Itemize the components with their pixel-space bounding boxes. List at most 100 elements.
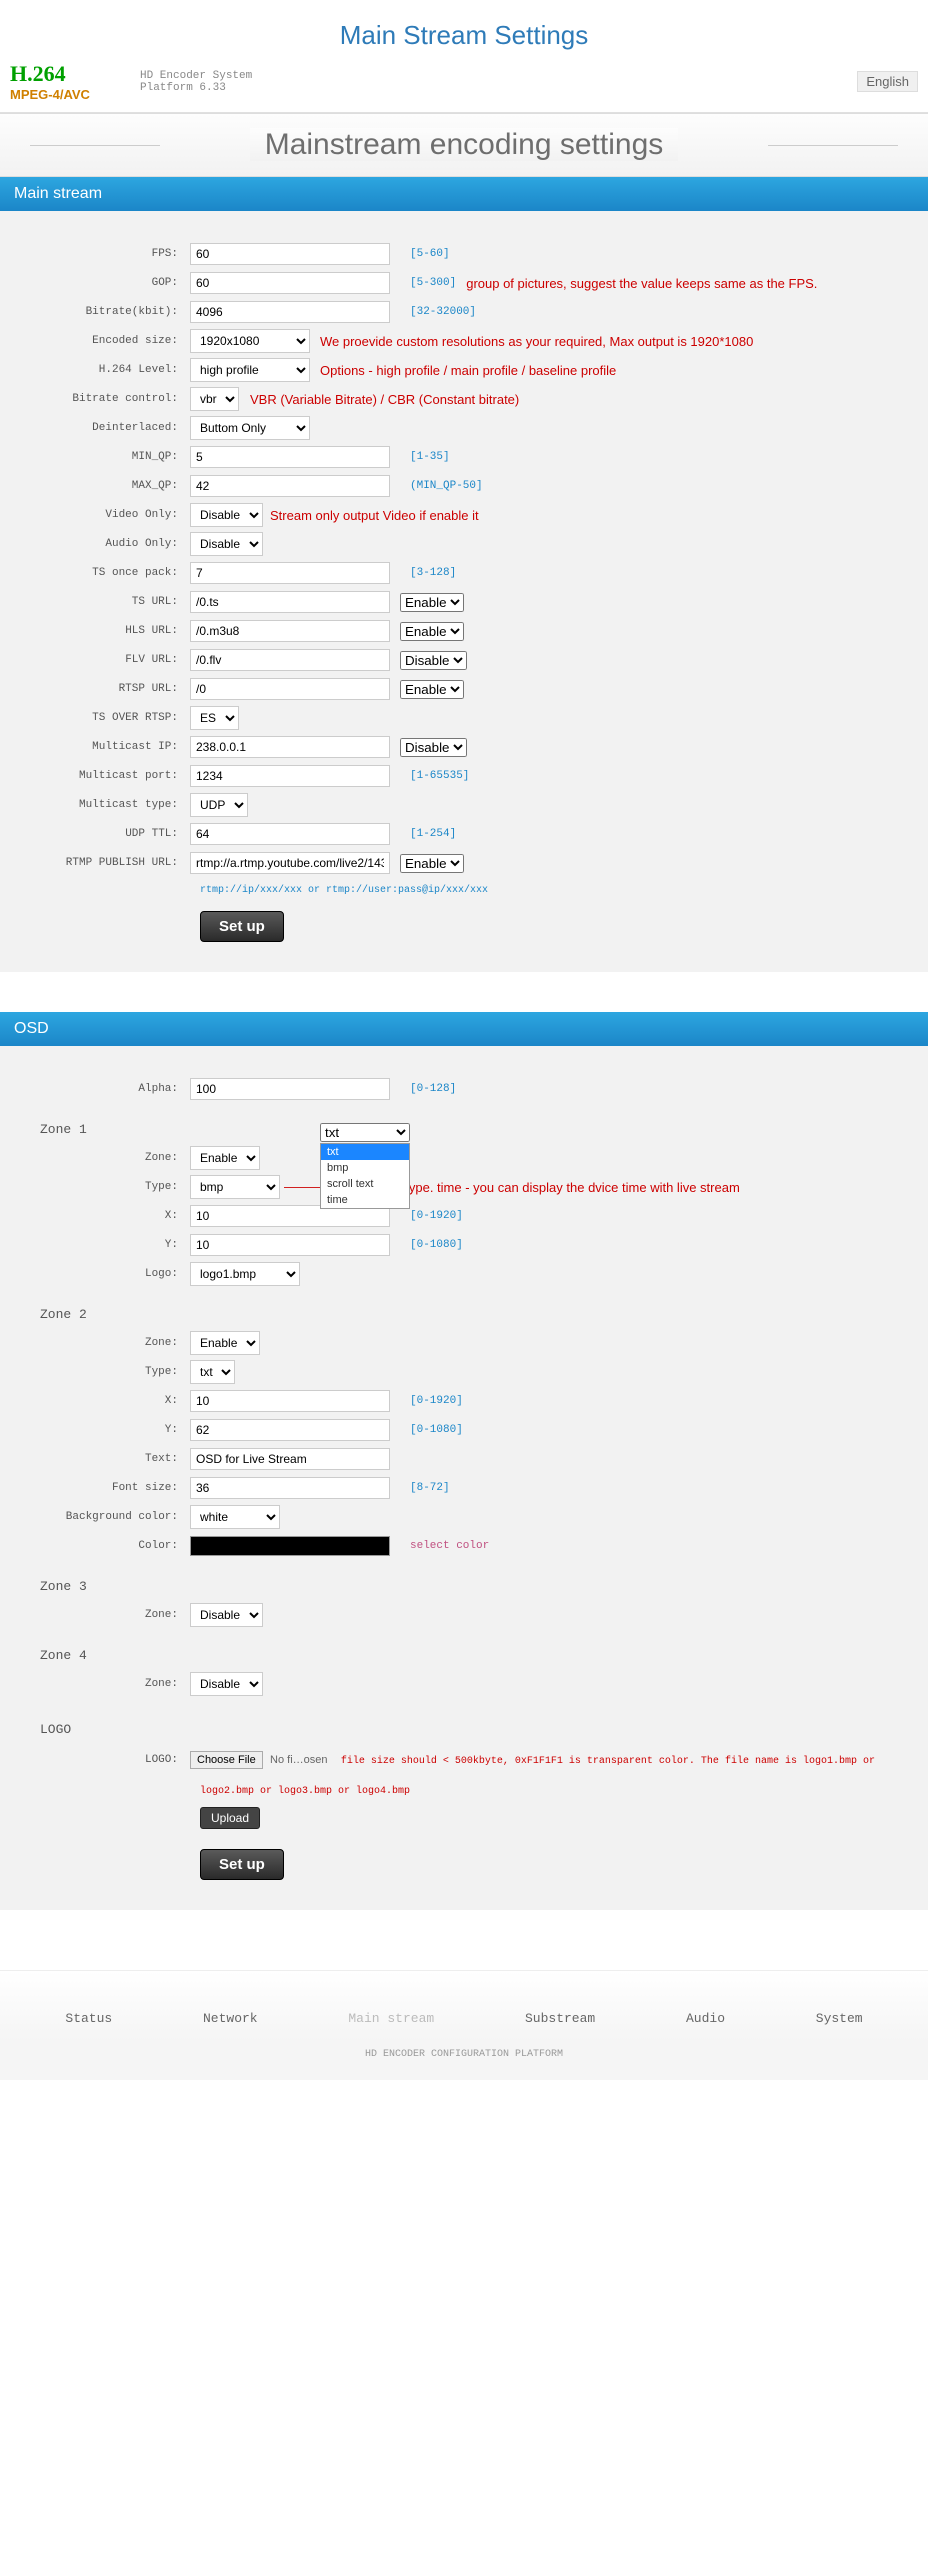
rtsp-url-enable[interactable]: Enable [400, 680, 464, 699]
multicast-ip-input[interactable] [190, 736, 390, 758]
zone3-zone-label: Zone: [20, 1609, 190, 1621]
h264-level-select[interactable]: high profile [190, 358, 310, 382]
udp-ttl-input[interactable] [190, 823, 390, 845]
zone2-zone-select[interactable]: Enable [190, 1331, 260, 1355]
nav-system[interactable]: System [816, 2011, 863, 2026]
minqp-input[interactable] [190, 446, 390, 468]
bitrate-control-select[interactable]: vbr [190, 387, 239, 411]
multicast-ip-enable[interactable]: Disable [400, 738, 467, 757]
fps-input[interactable] [190, 243, 390, 265]
zone2-font-input[interactable] [190, 1477, 390, 1499]
udp-ttl-label: UDP TTL: [20, 828, 190, 840]
rtmp-url-label: RTMP PUBLISH URL: [20, 857, 190, 869]
multicast-type-label: Multicast type: [20, 799, 190, 811]
zone2-x-hint: [0-1920] [410, 1395, 463, 1407]
language-select[interactable]: English [857, 71, 918, 92]
zone1-title: Zone 1 [40, 1122, 908, 1137]
dd-option-txt[interactable]: txt [321, 1144, 409, 1160]
zone2-font-hint: [8-72] [410, 1482, 450, 1494]
nav-network[interactable]: Network [203, 2011, 258, 2026]
audio-only-select[interactable]: Disable [190, 532, 263, 556]
bitrate-control-label: Bitrate control: [20, 393, 190, 405]
ts-over-rtsp-label: TS OVER RTSP: [20, 712, 190, 724]
dd-option-time[interactable]: time [321, 1192, 409, 1208]
minqp-label: MIN_QP: [20, 451, 190, 463]
maxqp-input[interactable] [190, 475, 390, 497]
nav-audio[interactable]: Audio [686, 2011, 725, 2026]
rtsp-url-input[interactable] [190, 678, 390, 700]
nav-mainstream[interactable]: Main stream [348, 2011, 434, 2026]
zone2-bg-select[interactable]: white [190, 1505, 280, 1529]
nav-substream[interactable]: Substream [525, 2011, 595, 2026]
zone2-bg-label: Background color: [20, 1511, 190, 1523]
zone2-type-select[interactable]: txt [190, 1360, 235, 1384]
zone1-zone-label: Zone: [20, 1152, 190, 1164]
deinterlaced-select[interactable]: Buttom Only [190, 416, 310, 440]
rtmp-url-input[interactable] [190, 852, 390, 874]
header-bar: H.264 MPEG-4/AVC HD Encoder System Platf… [0, 61, 928, 113]
file-chosen-label: No fi…osen [270, 1754, 327, 1766]
dd-option-scroll[interactable]: scroll text [321, 1176, 409, 1192]
audio-only-label: Audio Only: [20, 538, 190, 550]
ts-once-hint: [3-128] [410, 567, 456, 579]
udp-ttl-hint: [1-254] [410, 828, 456, 840]
nav-status[interactable]: Status [65, 2011, 112, 2026]
zone2-title: Zone 2 [40, 1307, 908, 1322]
rtmp-url-enable[interactable]: Enable [400, 854, 464, 873]
multicast-ip-label: Multicast IP: [20, 741, 190, 753]
choose-file-button[interactable]: Choose File [190, 1751, 263, 1769]
multicast-port-hint: [1-65535] [410, 770, 469, 782]
bitrate-input[interactable] [190, 301, 390, 323]
zone2-y-input[interactable] [190, 1419, 390, 1441]
h264-level-label: H.264 Level: [20, 364, 190, 376]
ts-url-enable[interactable]: Enable [400, 593, 464, 612]
gop-hint: [5-300] [410, 277, 456, 289]
zone1-type-dropdown-open[interactable]: txt [320, 1123, 410, 1142]
video-only-select[interactable]: Disable [190, 503, 263, 527]
hls-url-label: HLS URL: [20, 625, 190, 637]
zone2-text-input[interactable] [190, 1448, 390, 1470]
ts-url-input[interactable] [190, 591, 390, 613]
zone1-zone-select[interactable]: Enable [190, 1146, 260, 1170]
zone1-logo-label: Logo: [20, 1268, 190, 1280]
zone1-x-hint: [0-1920] [410, 1210, 463, 1222]
zone3-zone-select[interactable]: Disable [190, 1603, 263, 1627]
zone2-y-hint: [0-1080] [410, 1424, 463, 1436]
zone2-x-label: X: [20, 1395, 190, 1407]
ts-over-rtsp-select[interactable]: ES [190, 706, 239, 730]
ts-once-input[interactable] [190, 562, 390, 584]
video-only-label: Video Only: [20, 509, 190, 521]
main-setup-button[interactable]: Set up [200, 911, 284, 942]
alpha-input[interactable] [190, 1078, 390, 1100]
osd-setup-button[interactable]: Set up [200, 1849, 284, 1880]
gop-note: group of pictures, suggest the value kee… [466, 276, 817, 291]
zone4-zone-select[interactable]: Disable [190, 1672, 263, 1696]
logo-upload-label: LOGO: [20, 1754, 190, 1766]
zone1-logo-select[interactable]: logo1.bmp [190, 1262, 300, 1286]
gop-input[interactable] [190, 272, 390, 294]
alpha-label: Alpha: [20, 1083, 190, 1095]
logo-h264: H.264 [10, 61, 120, 87]
zone2-color-label: Color: [20, 1540, 190, 1552]
zone2-x-input[interactable] [190, 1390, 390, 1412]
zone2-zone-label: Zone: [20, 1337, 190, 1349]
zone1-y-input[interactable] [190, 1234, 390, 1256]
ts-once-label: TS once pack: [20, 567, 190, 579]
zone1-type-select[interactable]: bmp [190, 1175, 280, 1199]
osd-panel: OSD Alpha:[0-128] Zone 1 Zone: Enable tx… [0, 1012, 928, 1910]
multicast-port-input[interactable] [190, 765, 390, 787]
hls-url-input[interactable] [190, 620, 390, 642]
dd-option-bmp[interactable]: bmp [321, 1160, 409, 1176]
select-color-link[interactable]: select color [410, 1540, 489, 1552]
flv-url-enable[interactable]: Disable [400, 651, 467, 670]
multicast-type-select[interactable]: UDP [190, 793, 248, 817]
hls-url-enable[interactable]: Enable [400, 622, 464, 641]
zone2-color-box[interactable] [190, 1536, 390, 1556]
encoded-size-select[interactable]: 1920x1080 [190, 329, 310, 353]
section-heading: Mainstream encoding settings [0, 113, 928, 177]
upload-button[interactable]: Upload [200, 1807, 260, 1829]
flv-url-input[interactable] [190, 649, 390, 671]
zone2-text-label: Text: [20, 1453, 190, 1465]
fps-label: FPS: [20, 248, 190, 260]
alpha-hint: [0-128] [410, 1083, 456, 1095]
